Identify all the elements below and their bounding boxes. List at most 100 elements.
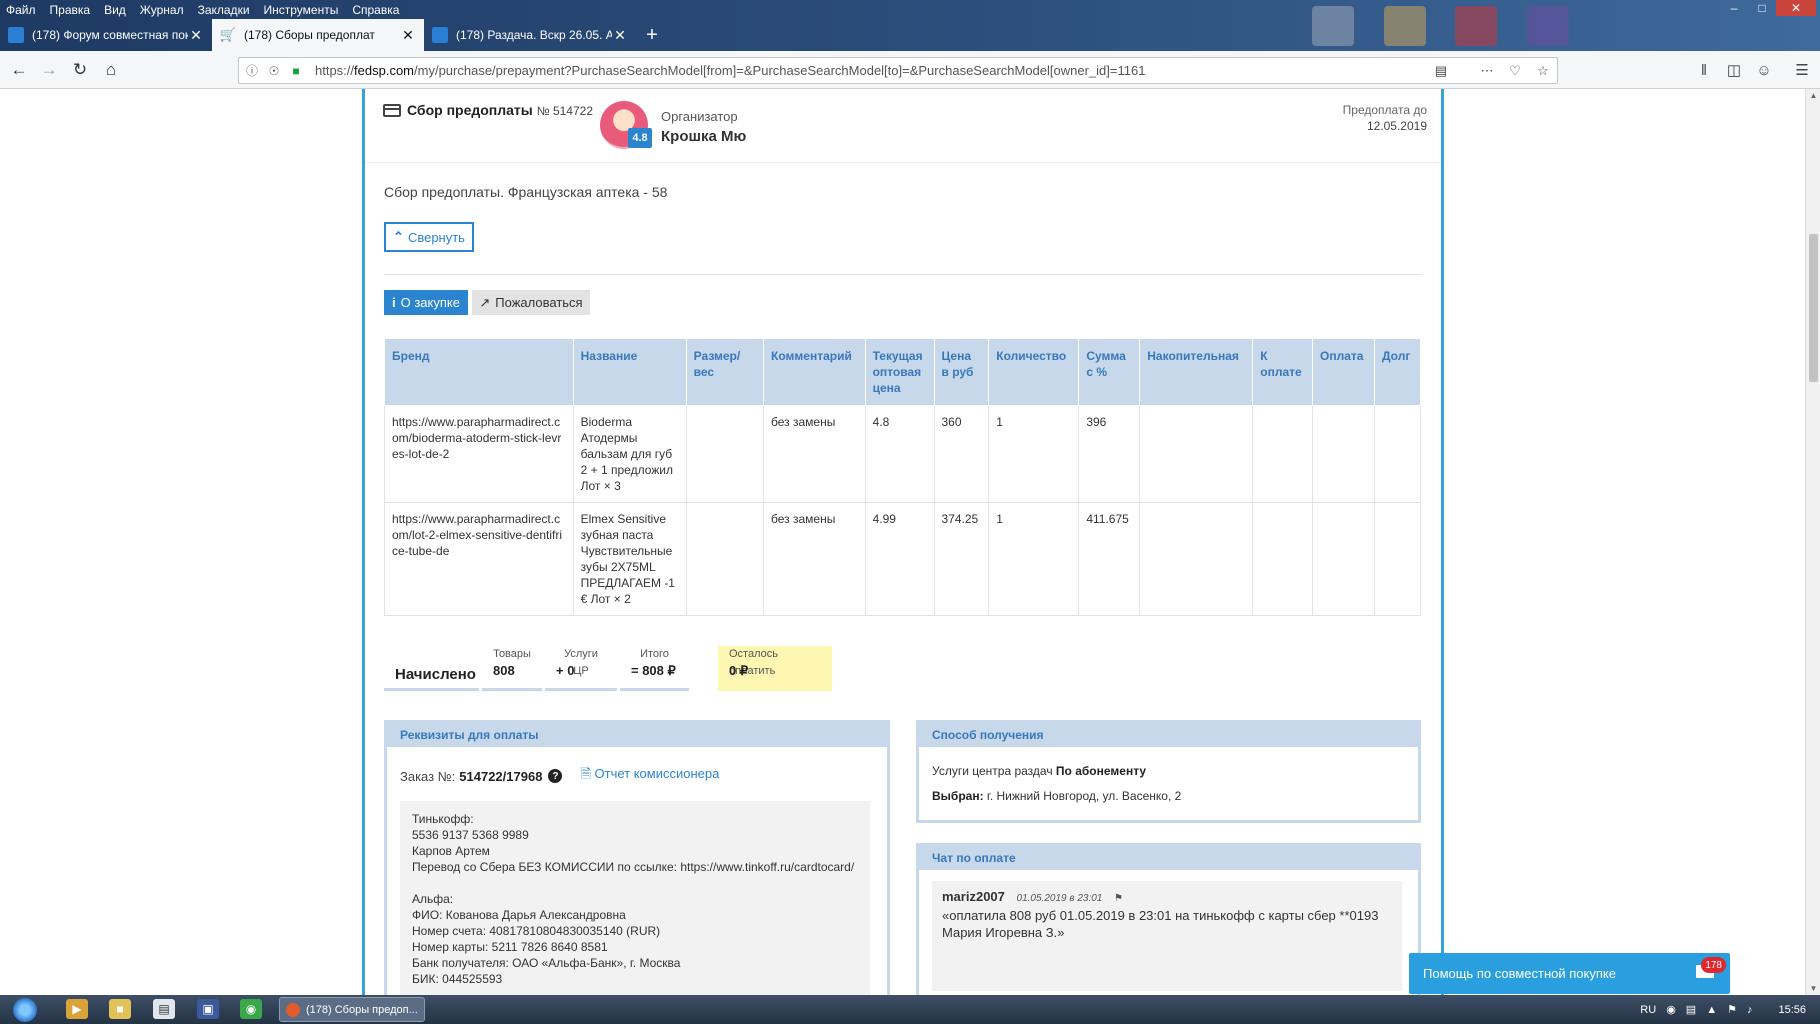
- commissioner-report-label: Отчет комиссионера: [594, 766, 720, 781]
- menu-tools[interactable]: Инструменты: [264, 3, 339, 17]
- explorer-folder-icon[interactable]: ■: [109, 999, 131, 1019]
- tray-app-icon[interactable]: ◉: [1666, 1003, 1676, 1016]
- flag-tray-icon[interactable]: ⚑: [1727, 1003, 1737, 1016]
- tab-distribution[interactable]: (178) Раздача. Вскр 26.05. Аль ✕: [424, 19, 636, 51]
- back-icon[interactable]: ←: [6, 57, 32, 83]
- column-header-size[interactable]: Размер/вес: [685, 338, 765, 406]
- detail-line: Перевод со Сбера БЕЗ КОМИССИИ по ссылке:…: [412, 860, 855, 874]
- keyboard-layout-icon[interactable]: ▤: [1686, 1003, 1696, 1016]
- new-tab-icon[interactable]: +: [636, 19, 668, 51]
- sidebar-icon[interactable]: ◫: [1720, 57, 1748, 83]
- complain-button[interactable]: ↗ Пожаловаться: [472, 290, 590, 315]
- floppy-app-icon[interactable]: ▣: [197, 999, 219, 1019]
- external-link-icon: ↗: [479, 294, 491, 310]
- question-icon[interactable]: ?: [548, 769, 563, 783]
- account-icon[interactable]: ☺: [1750, 57, 1778, 83]
- flag-icon[interactable]: ⚑: [1114, 893, 1123, 904]
- reader-view-icon[interactable]: ▤: [1427, 63, 1455, 79]
- help-widget[interactable]: Помощь по совместной покупке 178: [1409, 953, 1730, 994]
- page-actions-icon[interactable]: ⋯: [1473, 63, 1501, 79]
- detail-line: Тинькофф:: [412, 812, 474, 826]
- library-icon[interactable]: ‖: [1690, 57, 1718, 83]
- purchase-description: Сбор предоплаты. Французская аптека - 58: [384, 184, 668, 200]
- chrome-icon[interactable]: ◉: [240, 999, 262, 1019]
- forward-icon[interactable]: →: [36, 57, 62, 83]
- menu-history[interactable]: Журнал: [140, 3, 184, 17]
- menu-hamburger-icon[interactable]: ☰: [1788, 57, 1816, 83]
- taskbar-firefox-window[interactable]: (178) Сборы предоп...: [279, 997, 425, 1022]
- column-header-cumulative[interactable]: Накопительная: [1139, 338, 1254, 406]
- column-header-brand[interactable]: Бренд: [384, 338, 574, 406]
- scroll-down-icon[interactable]: ▼: [1806, 984, 1820, 993]
- site-favicon-icon: [8, 27, 24, 43]
- tab-forum[interactable]: (178) Форум совместная поку ✕: [0, 19, 212, 51]
- network-icon[interactable]: ▲: [1706, 1004, 1717, 1016]
- reload-icon[interactable]: ↻: [67, 57, 93, 83]
- cell-size: [685, 502, 765, 616]
- maximize-icon[interactable]: □: [1748, 0, 1776, 16]
- tab-close-icon[interactable]: ✕: [188, 27, 204, 44]
- cell-cumulative: [1139, 502, 1254, 616]
- column-header-paid[interactable]: Оплата: [1312, 338, 1375, 406]
- start-button[interactable]: [6, 995, 44, 1024]
- cell-paid: [1312, 502, 1375, 616]
- tab-prepayments[interactable]: 🛒 (178) Сборы предоплат ✕: [212, 19, 424, 51]
- bookmark-star-icon[interactable]: ☆: [1529, 63, 1557, 79]
- address-bar[interactable]: ⓘ ☉ ■ https://fedsp.com/my/purchase/prep…: [238, 57, 1558, 84]
- tracking-protection-icon[interactable]: ☉: [265, 64, 283, 78]
- cell-name: Bioderma Атодермы бальзам для губ 2 + 1 …: [572, 405, 687, 503]
- scroll-up-icon[interactable]: ▲: [1806, 91, 1820, 100]
- menu-help[interactable]: Справка: [352, 3, 399, 17]
- column-header-comment[interactable]: Комментарий: [763, 338, 866, 406]
- volume-icon[interactable]: ♪: [1747, 1004, 1753, 1016]
- page-viewport: Сбор предоплаты № 514722 4.8 Организатор …: [0, 89, 1805, 995]
- column-header-price-rub[interactable]: Цена в руб: [933, 338, 990, 406]
- info-icon[interactable]: ⓘ: [243, 62, 261, 79]
- tab-close-icon[interactable]: ✕: [612, 27, 628, 44]
- card-header: Сбор предоплаты № 514722 4.8 Организатор …: [365, 89, 1441, 163]
- desktop-icon: [1455, 6, 1497, 46]
- column-header-to-pay[interactable]: К оплате: [1252, 338, 1314, 406]
- collection-number: № 514722: [536, 104, 593, 118]
- tab-bar: (178) Форум совместная поку ✕ 🛒 (178) Сб…: [0, 19, 668, 51]
- lock-icon[interactable]: ■: [287, 64, 305, 78]
- about-purchase-label: О закупке: [400, 295, 460, 310]
- prepayment-card: Сбор предоплаты № 514722 4.8 Организатор …: [362, 89, 1444, 995]
- accrued-block: Начислено: [384, 646, 479, 691]
- scrollbar-thumb[interactable]: [1809, 234, 1818, 382]
- column-header-wholesale-price[interactable]: Текущая оптовая цена: [864, 338, 935, 406]
- about-purchase-button[interactable]: i О закупке: [384, 290, 468, 315]
- credit-card-icon: [383, 104, 401, 117]
- tab-close-icon[interactable]: ✕: [400, 27, 416, 44]
- chat-message: mariz2007 01.05.2019 в 23:01 ⚑ «оплатила…: [932, 881, 1402, 991]
- commissioner-report-link[interactable]: 🗎 Отчет комиссионера: [580, 765, 719, 787]
- url-host: fedsp.com: [354, 63, 415, 78]
- notepad-icon[interactable]: ▤: [153, 999, 175, 1019]
- column-header-debt[interactable]: Долг: [1373, 338, 1422, 406]
- language-indicator[interactable]: RU: [1640, 1004, 1656, 1016]
- services-center-label: Услуги центра раздач: [932, 764, 1053, 778]
- close-window-icon[interactable]: ✕: [1776, 0, 1816, 16]
- menu-edit[interactable]: Правка: [50, 3, 91, 17]
- cell-to-pay: [1252, 405, 1314, 503]
- page-scrollbar[interactable]: ▲ ▼: [1805, 89, 1820, 995]
- organizer-name[interactable]: Крошка Мю: [661, 128, 746, 145]
- remaining-block: Осталось оплатить 0 ₽: [718, 646, 832, 691]
- column-header-sum[interactable]: Сумма с %: [1078, 338, 1141, 406]
- services-line: Услуги центра раздач По абонементу: [932, 764, 1146, 778]
- column-header-name[interactable]: Название: [572, 338, 687, 406]
- collapse-button[interactable]: ⌃ Свернуть: [384, 222, 474, 252]
- minimize-icon[interactable]: –: [1720, 0, 1748, 16]
- detail-line: Банк получателя: ОАО «Альфа-Банк», г. Мо…: [412, 956, 681, 970]
- column-header-quantity[interactable]: Количество: [988, 338, 1080, 406]
- menu-view[interactable]: Вид: [104, 3, 126, 17]
- home-icon[interactable]: ⌂: [98, 57, 124, 83]
- media-player-icon[interactable]: ▶: [66, 999, 88, 1019]
- chat-user[interactable]: mariz2007: [942, 889, 1005, 904]
- menu-file[interactable]: Файл: [6, 3, 36, 17]
- pocket-icon[interactable]: ♡: [1501, 63, 1529, 79]
- menu-bookmarks[interactable]: Закладки: [198, 3, 250, 17]
- clock[interactable]: 15:56: [1778, 1004, 1806, 1016]
- site-favicon-icon: [432, 27, 448, 43]
- detail-line: Альфа:: [412, 892, 454, 906]
